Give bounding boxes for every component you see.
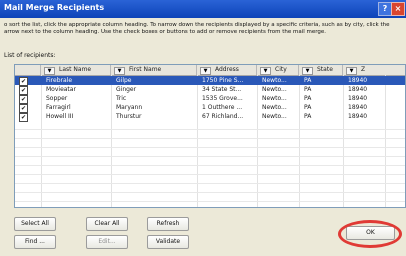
column-header-state[interactable]: ▼ State bbox=[299, 65, 343, 75]
column-header-city[interactable]: ▼ City bbox=[257, 65, 299, 75]
table-row[interactable]: ✔ Howell III Thurstur 67 Richland... New… bbox=[15, 112, 405, 122]
recipients-list-label: List of recipients: bbox=[4, 52, 56, 59]
filter-dropdown-icon[interactable]: ▼ bbox=[260, 67, 271, 75]
select-all-button[interactable]: Select All bbox=[14, 217, 56, 231]
recipients-grid[interactable]: ▼ Last Name ▼ First Name ▼ Address ▼ Cit… bbox=[14, 64, 406, 208]
column-header-last-name[interactable]: ▼ Last Name bbox=[41, 65, 111, 75]
instructions-text: o sort the list, click the appropriate c… bbox=[4, 22, 390, 35]
title-bar[interactable]: Mail Merge Recipients ? × bbox=[0, 0, 406, 18]
filter-dropdown-icon[interactable]: ▼ bbox=[346, 67, 357, 75]
find-button[interactable]: Find ... bbox=[14, 235, 56, 249]
filter-dropdown-icon[interactable]: ▼ bbox=[114, 67, 125, 75]
filter-dropdown-icon[interactable]: ▼ bbox=[302, 67, 313, 75]
table-row[interactable]: ✔ Firebrale Gilpe 1750 Pine S... Newto..… bbox=[15, 76, 405, 86]
window-title: Mail Merge Recipients bbox=[4, 3, 105, 12]
column-header-zip[interactable]: ▼ Z bbox=[343, 65, 405, 75]
table-row[interactable]: ✔ Sopper Tric 1535 Grove... Newto... PA … bbox=[15, 94, 405, 104]
mail-merge-dialog: Mail Merge Recipients ? × o sort the lis… bbox=[0, 0, 406, 256]
column-header-first-name[interactable]: ▼ First Name bbox=[111, 65, 197, 75]
checkbox-column-header bbox=[15, 65, 41, 75]
column-header-address[interactable]: ▼ Address bbox=[197, 65, 257, 75]
highlight-circle bbox=[338, 220, 402, 248]
edit-button[interactable]: Edit... bbox=[86, 235, 128, 249]
clear-all-button[interactable]: Clear All bbox=[86, 217, 128, 231]
filter-dropdown-icon[interactable]: ▼ bbox=[200, 67, 211, 75]
help-button[interactable]: ? bbox=[378, 2, 392, 16]
table-row[interactable]: ✔ Farragirl Maryann 1 Outthere ... Newto… bbox=[15, 103, 405, 113]
refresh-button[interactable]: Refresh bbox=[147, 217, 189, 231]
table-row[interactable]: ✔ Movieatar Ginger 34 State St... Newto.… bbox=[15, 85, 405, 95]
row-checkbox[interactable]: ✔ bbox=[19, 113, 28, 122]
filter-dropdown-icon[interactable]: ▼ bbox=[44, 67, 55, 75]
close-button[interactable]: × bbox=[391, 2, 405, 16]
validate-button[interactable]: Validate bbox=[147, 235, 189, 249]
column-headers: ▼ Last Name ▼ First Name ▼ Address ▼ Cit… bbox=[15, 65, 405, 76]
